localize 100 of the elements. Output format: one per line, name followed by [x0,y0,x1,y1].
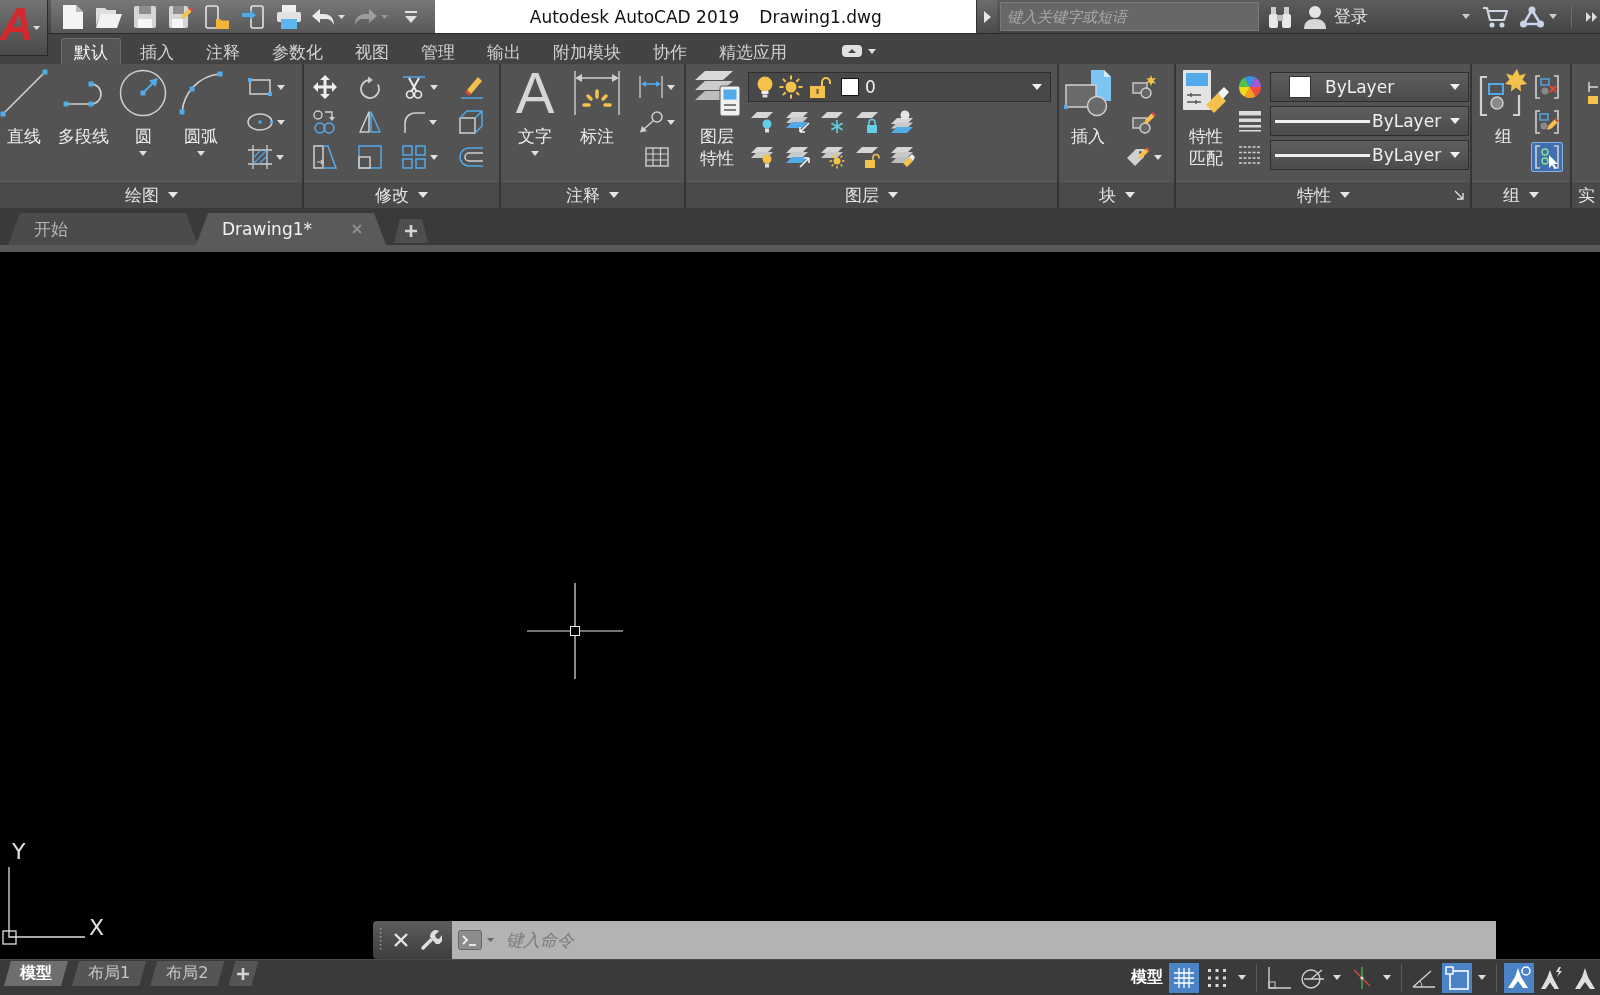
tag-pencil-icon [1126,145,1150,169]
layer-properties-icon [693,69,741,117]
panel-title[interactable]: 块 [1059,181,1174,208]
object-snap-icon [1445,965,1469,990]
layer-padlock-icon [856,110,880,134]
caret-icon [1549,14,1557,19]
offset-icon [458,147,483,167]
snap-dots-icon [1207,967,1227,988]
double-arrow-icon [1586,10,1598,23]
swatch-icon [841,78,859,96]
ucs-icon [2,864,86,946]
scissors-icon [402,75,427,99]
undo-arrow-icon [312,8,334,25]
panel-title[interactable]: 注释 [501,181,684,208]
caret-icon [1478,975,1486,980]
folder-icon [96,5,122,28]
ribbon-tab[interactable]: 精选应用 [706,38,800,64]
ortho-icon [1267,966,1291,989]
customize-button[interactable] [420,929,442,951]
layer-properties-button[interactable]: 图层特性 [693,69,741,169]
ribbon-tab[interactable]: 插入 [127,38,187,64]
swatch-icon [1289,76,1311,98]
linear-dimension-icon [639,76,663,98]
dimension-button[interactable]: 标注 [573,69,621,147]
layout-tab[interactable]: 模型 [4,961,68,986]
dimension-icon [573,71,621,115]
caret-icon [487,938,494,942]
linetype-dropdown[interactable]: ByLayer [1270,140,1469,170]
group-button[interactable]: 组 [1479,69,1527,147]
document-tab[interactable]: 开始 [8,213,198,245]
arc-icon [179,71,223,115]
group-select-button[interactable] [1531,142,1563,172]
ribbon-tab[interactable]: 管理 [408,38,468,64]
lineweight-dropdown[interactable]: ByLayer [1270,106,1469,136]
plus-icon [405,225,417,237]
layer-bulb-icon [751,110,775,134]
search-field[interactable]: 键入关键字或短语 [1000,2,1259,31]
panel-title[interactable]: 特性 [1176,181,1470,208]
ribbon-tab[interactable]: 附加模块 [540,38,634,64]
printer-icon [277,4,301,29]
match-properties-button[interactable]: 特性匹配 [1182,69,1230,169]
polyline-button[interactable]: 多段线 [58,69,109,147]
layout-tab[interactable]: 布局1 [72,961,147,986]
sign-in-button[interactable]: 登录 [1302,2,1472,31]
arc-button[interactable]: 圆弧 [177,69,225,156]
linetype-icon [1238,145,1262,165]
expand-search-button[interactable] [976,0,998,33]
measure-icon [1588,80,1598,106]
grid-icon [1173,966,1195,989]
ellipse-icon [247,113,273,131]
angle-icon [1412,967,1436,988]
annotation-scale-icon [1574,966,1596,989]
panel-title[interactable]: 实 [1572,181,1600,208]
command-prompt-icon [458,930,482,950]
panel-title[interactable]: 组 [1472,181,1570,208]
line-button[interactable]: 直线 [0,69,48,147]
ribbon-display-button[interactable] [842,45,876,57]
circle-button[interactable]: 圆 [119,69,167,156]
close-button[interactable] [394,933,408,947]
move-arrows-icon [313,75,337,99]
document-tab[interactable]: Drawing1* [196,213,386,245]
ribbon-tab[interactable]: 输出 [474,38,534,64]
group-cursor-icon [1535,145,1559,169]
copy-icon [313,110,337,134]
block-star-icon [1132,75,1156,99]
scale-icon [357,145,382,169]
caret-icon [868,48,876,54]
block-pencil-icon [1132,110,1156,134]
grid-toggle[interactable] [1169,962,1199,993]
fillet-icon [403,111,426,133]
grip-icon [379,928,382,952]
ribbon-tab[interactable]: 默认 [61,38,121,64]
panel-title[interactable]: 绘图 [0,181,302,208]
ungroup-icon [1535,75,1559,99]
ribbon-tab[interactable]: 视图 [342,38,402,64]
ribbon-tab[interactable]: 注释 [193,38,253,64]
panel-title[interactable]: 图层 [686,181,1057,208]
caret-icon [1462,14,1470,19]
rotate-arrow-icon [358,75,381,99]
model-space-button[interactable]: 模型 [1128,962,1166,993]
color-dropdown[interactable]: ByLayer [1270,72,1469,102]
insert-button[interactable]: 插入 [1064,69,1112,147]
object-snap-toggle[interactable] [1442,962,1472,993]
ribbon-tab[interactable]: 协作 [640,38,700,64]
layout-tab[interactable]: 布局2 [150,961,225,986]
new-tab-button[interactable] [394,219,428,243]
caret-icon [1450,118,1460,124]
layer-dropdown[interactable]: 0 [748,72,1051,102]
ribbon-tab[interactable]: 参数化 [259,38,336,64]
text-button[interactable]: A 文字 [511,69,559,156]
layer-brush-icon [891,145,915,169]
hatch-icon [248,145,272,169]
axis-label: X [89,917,105,939]
annotation-visibility-toggle[interactable] [1504,962,1534,993]
leader-icon [639,111,663,133]
command-history-button[interactable] [452,921,500,959]
panel-title[interactable]: 修改 [304,181,499,208]
new-file-icon [63,4,83,29]
close-icon [394,933,408,947]
dialog-launcher-button[interactable] [1454,190,1464,200]
